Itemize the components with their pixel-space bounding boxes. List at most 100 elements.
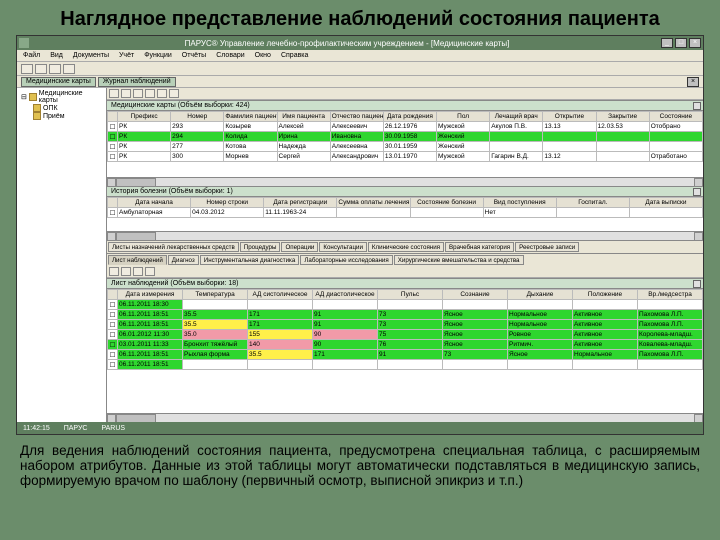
toolbar-button[interactable] [35, 64, 47, 74]
cell[interactable]: Женский [437, 142, 490, 152]
scrollbar[interactable] [107, 231, 703, 240]
column-header[interactable]: Отчество пациента [330, 112, 383, 122]
column-header[interactable]: Сознание [443, 290, 508, 300]
row-checkbox[interactable]: ☐ [110, 154, 116, 161]
tree-child[interactable]: Приём [19, 112, 104, 120]
toolbar-button[interactable] [49, 64, 61, 74]
row-checkbox[interactable]: ☐ [110, 342, 116, 349]
column-header[interactable]: Префикс [118, 112, 171, 122]
refresh-icon[interactable] [109, 89, 119, 98]
cell[interactable]: Бронхит тяжёлый [183, 340, 248, 350]
cell[interactable]: Активное [573, 310, 638, 320]
cell[interactable]: РК [118, 132, 171, 142]
detail-tab[interactable]: Операции [281, 242, 318, 252]
column-header[interactable] [108, 112, 118, 122]
cell[interactable]: Активное [573, 340, 638, 350]
cell[interactable]: Ясное [443, 310, 508, 320]
cell[interactable]: Мужской [437, 122, 490, 132]
cell[interactable]: 294 [171, 132, 224, 142]
cell[interactable]: 171 [313, 350, 378, 360]
menu-item[interactable]: Файл [23, 52, 40, 59]
patients-grid[interactable]: ПрефиксНомерФамилия пациентаИмя пациента… [107, 111, 703, 177]
cell[interactable]: 293 [171, 122, 224, 132]
cell[interactable]: 06.11.2011 18:51 [118, 320, 183, 330]
detail-tab[interactable]: Инструментальная диагностика [200, 255, 300, 265]
cell[interactable]: РК [118, 152, 171, 162]
detail-tab[interactable]: Хирургические вмешательства и средства [394, 255, 524, 265]
cell[interactable]: 73 [443, 350, 508, 360]
cell[interactable]: Колида [224, 132, 277, 142]
cell[interactable] [573, 360, 638, 370]
cell[interactable] [337, 208, 410, 218]
cell[interactable]: 91 [378, 350, 443, 360]
column-header[interactable]: АД диастолическое [313, 290, 378, 300]
row-checkbox[interactable]: ☐ [110, 312, 116, 319]
edit-icon[interactable] [133, 89, 143, 98]
menu-item[interactable]: Функции [144, 52, 172, 59]
cell[interactable]: 155 [248, 330, 313, 340]
column-header[interactable]: Госпитал. [556, 198, 629, 208]
table-row[interactable]: ☐06.01.2012 11:3035.01559075ЯсноеРовноеА… [108, 330, 703, 340]
table-row[interactable]: ☐06.11.2011 18:51 [108, 360, 703, 370]
menu-item[interactable]: Вид [50, 52, 63, 59]
cell[interactable] [248, 300, 313, 310]
cell[interactable]: 06.11.2011 18:30 [118, 300, 183, 310]
detail-tab[interactable]: Процедуры [240, 242, 281, 252]
doc-tab[interactable]: Медицинские карты [21, 77, 96, 87]
cell[interactable]: Козырев [224, 122, 277, 132]
cell[interactable]: Морнев [224, 152, 277, 162]
cell[interactable]: Нет [483, 208, 556, 218]
cell[interactable]: 04.03.2012 [191, 208, 264, 218]
cell[interactable] [508, 300, 573, 310]
menu-item[interactable]: Справка [281, 52, 308, 59]
cell[interactable]: РК [118, 142, 171, 152]
cell[interactable] [543, 132, 596, 142]
column-header[interactable]: Вр./медсестра [638, 290, 703, 300]
cell[interactable]: РК [118, 122, 171, 132]
cell[interactable] [543, 142, 596, 152]
cell[interactable] [638, 300, 703, 310]
cell[interactable]: 12.03.53 [596, 122, 649, 132]
column-header[interactable]: Состояние [649, 112, 702, 122]
cell[interactable]: Котова [224, 142, 277, 152]
row-checkbox[interactable]: ☐ [110, 144, 116, 151]
column-header[interactable]: Сумма оплаты лечения [337, 198, 410, 208]
cell[interactable]: Гагарин В.Д. [490, 152, 543, 162]
cell[interactable]: 277 [171, 142, 224, 152]
cell[interactable] [638, 360, 703, 370]
cell[interactable]: 13.13 [543, 122, 596, 132]
row-checkbox[interactable]: ☐ [110, 362, 116, 369]
table-row[interactable]: ☐06.11.2011 18:30 [108, 300, 703, 310]
column-header[interactable]: Положение [573, 290, 638, 300]
column-header[interactable]: Дыхание [508, 290, 573, 300]
observations-grid[interactable]: Дата измеренияТемператураАД систолическо… [107, 289, 703, 413]
column-header[interactable]: АД систолическое [248, 290, 313, 300]
cell[interactable] [596, 152, 649, 162]
row-checkbox[interactable]: ☐ [110, 210, 116, 217]
cell[interactable]: 35.5 [248, 350, 313, 360]
cell[interactable] [378, 300, 443, 310]
row-checkbox[interactable]: ☐ [110, 352, 116, 359]
detail-tab[interactable]: Клинические состояния [368, 242, 444, 252]
cell[interactable]: 171 [248, 310, 313, 320]
cell[interactable]: Ясное [443, 340, 508, 350]
cell[interactable] [649, 142, 702, 152]
maximize-button[interactable]: □ [675, 38, 687, 48]
cell[interactable] [649, 132, 702, 142]
detail-tab[interactable]: Диагноз [168, 255, 199, 265]
tree-child[interactable]: ОПК [19, 104, 104, 112]
column-header[interactable]: Дата регистрации [264, 198, 337, 208]
cell[interactable]: 06.11.2011 18:51 [118, 360, 183, 370]
cell[interactable] [490, 142, 543, 152]
rollup-icon[interactable] [693, 280, 701, 288]
cell[interactable] [596, 142, 649, 152]
table-row[interactable]: ☐03.01.2011 11:33Бронхит тяжёлый1409076Я… [108, 340, 703, 350]
cell[interactable]: Ровное [508, 330, 573, 340]
cell[interactable] [443, 300, 508, 310]
edit-icon[interactable] [133, 267, 143, 276]
cell[interactable]: Сергей [277, 152, 330, 162]
cell[interactable]: 06.11.2011 18:51 [118, 350, 183, 360]
cell[interactable]: Ивановна [330, 132, 383, 142]
detail-tab-active[interactable]: Лист наблюдений [108, 255, 167, 265]
cell[interactable]: Надежда [277, 142, 330, 152]
